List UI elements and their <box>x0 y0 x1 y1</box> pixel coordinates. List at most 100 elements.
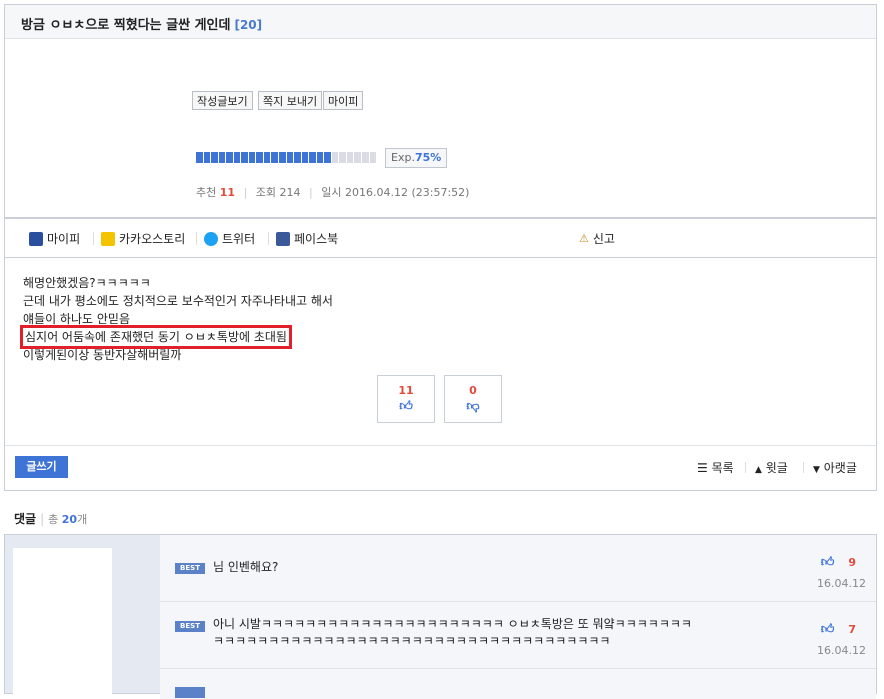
prev-label: 윗글 <box>765 461 788 475</box>
twitter-icon <box>204 231 218 246</box>
report-link[interactable]: ⚠ 신고 <box>579 230 615 247</box>
recommend-label: 추천 <box>196 186 217 199</box>
comments-list: BEST 님 인벤해요? 👍︎ 9 16.04.12 BEST 아니 시발ㅋㅋㅋㅋ… <box>4 534 877 699</box>
share-facebook[interactable]: 페이스북 <box>276 230 338 247</box>
caret-up-icon: ▲ <box>755 465 762 475</box>
exp-segment <box>226 152 233 163</box>
exp-segment <box>339 152 346 163</box>
post-body: 해명안했겠음?ㅋㅋㅋㅋㅋ 근데 내가 평소에도 정치적으로 보수적인거 자주나타… <box>20 274 333 364</box>
exp-segment <box>346 152 354 163</box>
share-mypi[interactable]: 마이피 <box>29 230 80 247</box>
exp-segment <box>316 152 324 163</box>
meta-divider: | <box>243 186 248 199</box>
downvote-button[interactable]: 0 👎︎ <box>444 375 502 423</box>
total-prefix: 총 <box>48 513 59 526</box>
exp-segment <box>218 152 226 163</box>
exp-segment <box>263 152 271 163</box>
share-bar: 마이피 카카오스토리 트위터 페이스북 ⚠ 신고 <box>4 218 877 258</box>
exp-segment <box>211 152 218 163</box>
upvote-count: 11 <box>398 384 414 397</box>
share-divider <box>93 232 94 245</box>
exp-segment <box>369 152 377 163</box>
comments-sidebar <box>5 535 160 698</box>
prev-post-link[interactable]: ▲ 윗글 <box>755 459 788 476</box>
share-kakao-label: 카카오스토리 <box>119 232 186 246</box>
exp-segment <box>354 152 362 163</box>
comment-like[interactable]: 👍︎ 7 <box>821 622 856 637</box>
body-line: 근데 내가 평소에도 정치적으로 보수적인거 자주나타내고 해서 <box>23 294 333 308</box>
comment-text: 님 인벤해요? <box>213 560 279 574</box>
kakaostory-icon <box>101 231 115 246</box>
exp-segment <box>241 152 248 163</box>
share-kakao[interactable]: 카카오스토리 <box>101 230 185 247</box>
avatar <box>13 548 112 698</box>
exp-segment <box>196 152 203 163</box>
nav-divider <box>745 462 746 473</box>
body-line: 얘들이 하나도 안믿음 <box>23 312 130 326</box>
mypi-button[interactable]: 마이피 <box>323 91 364 110</box>
mypi-icon <box>29 231 43 246</box>
comment-text: 아니 시발ㅋㅋㅋㅋㅋㅋㅋㅋㅋㅋㅋㅋㅋㅋㅋㅋㅋㅋㅋㅋㅋㅋ ㅇㅂㅊ톡방은 또 뭐얔ㅋ… <box>213 616 692 650</box>
exp-value: 75% <box>414 151 442 164</box>
body-line: 이렇게된이상 동반자살해버릴까 <box>23 348 182 362</box>
comment-date: 16.04.12 <box>817 577 866 590</box>
date-label: 일시 <box>321 186 342 199</box>
thumbs-up-icon: 👍︎ <box>820 555 835 570</box>
share-divider <box>196 232 197 245</box>
comment-text-line: 아니 시발ㅋㅋㅋㅋㅋㅋㅋㅋㅋㅋㅋㅋㅋㅋㅋㅋㅋㅋㅋㅋㅋㅋ ㅇㅂㅊ톡방은 또 뭐얔ㅋ… <box>213 617 692 631</box>
views-count: 214 <box>279 186 301 199</box>
best-badge: BEST <box>175 563 205 574</box>
upvote-button[interactable]: 11 👍︎ <box>377 375 435 423</box>
facebook-icon <box>276 231 290 246</box>
thumbs-up-icon: 👍︎ <box>820 622 835 637</box>
write-button[interactable]: 글쓰기 <box>15 456 68 478</box>
recommend-count: 11 <box>219 186 236 199</box>
meta-divider: | <box>309 186 313 199</box>
view-posts-button[interactable]: 작성글보기 <box>192 91 253 110</box>
list-label: 목록 <box>711 461 734 475</box>
post-date: 2016.04.12 (23:57:52) <box>345 186 470 199</box>
exp-segment <box>233 152 241 163</box>
total-value: 20 <box>61 513 78 526</box>
exp-segment <box>301 152 309 163</box>
exp-segment <box>271 152 279 163</box>
thumbs-up-icon: 👍︎ <box>399 399 413 414</box>
report-label: 신고 <box>592 232 615 246</box>
body-line: 해명안했겠음?ㅋㅋㅋㅋㅋ <box>23 276 151 290</box>
thumbs-down-icon: 👎︎ <box>466 399 480 414</box>
list-link[interactable]: ☰ 목록 <box>697 459 734 476</box>
comment-date: 16.04.12 <box>817 644 866 657</box>
post-title-bar: 방금 ㅇㅂㅊ으로 찍혔다는 글싼 게인데 [20] <box>5 5 876 39</box>
share-twitter-label: 트위터 <box>222 232 256 246</box>
caret-down-icon: ▼ <box>813 465 820 475</box>
report-icon: ⚠ <box>579 232 589 245</box>
share-facebook-label: 페이스북 <box>294 232 339 246</box>
exp-segment <box>331 152 339 163</box>
downvote-count: 0 <box>469 384 477 397</box>
exp-segment <box>294 152 301 163</box>
best-badge: BEST <box>175 621 205 632</box>
share-mypi-label: 마이피 <box>47 232 81 246</box>
post-header-panel: 방금 ㅇㅂㅊ으로 찍혔다는 글싼 게인데 [20] 작성글보기 쪽지 보내기 마이… <box>4 4 877 218</box>
comment-like-count: 9 <box>848 556 856 569</box>
share-twitter[interactable]: 트위터 <box>204 230 255 247</box>
next-post-link[interactable]: ▼ 아랫글 <box>813 459 857 476</box>
exp-label: Exp.75% <box>385 148 448 168</box>
comments-total: 총 20개 <box>48 513 87 526</box>
total-suffix: 개 <box>77 513 88 526</box>
exp-segment <box>248 152 256 163</box>
comment-count-badge[interactable]: [20] <box>234 18 262 32</box>
best-badge <box>175 687 205 698</box>
exp-segment <box>256 152 263 163</box>
comment-item: BEST 아니 시발ㅋㅋㅋㅋㅋㅋㅋㅋㅋㅋㅋㅋㅋㅋㅋㅋㅋㅋㅋㅋㅋㅋ ㅇㅂㅊ톡방은 … <box>160 602 876 669</box>
exp-label-text: Exp. <box>391 151 415 164</box>
views-label: 조회 <box>255 186 277 199</box>
send-message-button[interactable]: 쪽지 보내기 <box>258 91 323 110</box>
exp-progress-bar <box>196 152 377 163</box>
page-title: 방금 ㅇㅂㅊ으로 찍혔다는 글싼 게인데 [20] <box>21 14 262 33</box>
comment-like[interactable]: 👍︎ 9 <box>821 555 856 570</box>
content-divider <box>5 445 876 446</box>
exp-segment <box>362 152 369 163</box>
comments-title: 댓글 <box>14 512 37 526</box>
post-meta: 추천 11 | 조회 214 | 일시 2016.04.12 (23:57:52… <box>196 184 469 200</box>
